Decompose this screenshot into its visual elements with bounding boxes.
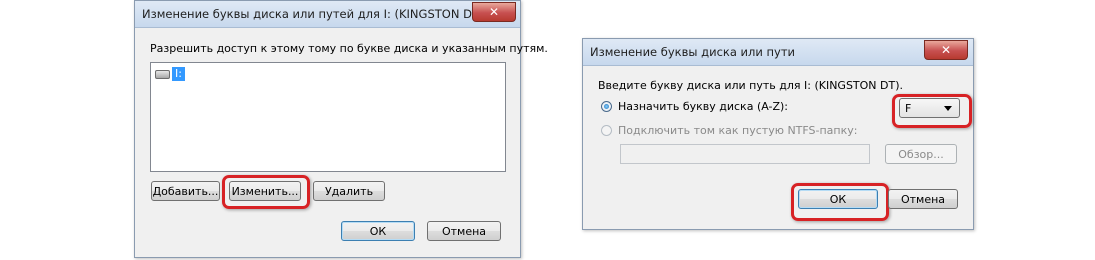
close-button[interactable]: ✕ [924,40,968,60]
cancel-button[interactable]: Отмена [888,189,958,209]
assign-letter-radio[interactable] [601,101,612,112]
mount-folder-path-input[interactable] [620,144,870,164]
add-button[interactable]: Добавить... [151,181,220,201]
change-button[interactable]: Изменить... [229,181,301,201]
drive-icon [155,69,170,79]
dialog-title: Изменение буквы диска или путей для I: (… [142,7,484,21]
dialog-description: Разрешить доступ к этому тому по букве д… [150,42,548,55]
dialog-description: Введите букву диска или путь для I: (KIN… [598,79,904,92]
remove-button[interactable]: Удалить [313,181,385,201]
chevron-down-icon [944,106,952,111]
assign-letter-label: Назначить букву диска (A-Z): [618,100,789,113]
list-item[interactable]: I: [155,67,185,81]
drive-letter-select[interactable]: F [899,98,960,118]
drive-letter-label: I: [172,67,185,81]
title-bar: Изменение буквы диска или пути ✕ [583,39,973,66]
ok-button[interactable]: ОК [798,189,878,209]
ok-button[interactable]: ОК [341,221,415,241]
cancel-button[interactable]: Отмена [427,221,501,241]
dialog-title: Изменение буквы диска или пути [590,45,795,59]
browse-button[interactable]: Обзор... [885,144,957,164]
mount-folder-label: Подключить том как пустую NTFS-папку: [618,124,858,137]
drive-paths-list[interactable]: I: [150,62,506,172]
drive-paths-dialog: Изменение буквы диска или путей для I: (… [134,0,548,258]
drive-letter-value: F [905,102,912,115]
close-icon: ✕ [940,43,952,57]
title-bar: Изменение буквы диска или путей для I: (… [135,1,520,28]
close-button[interactable]: ✕ [472,2,516,22]
change-drive-letter-dialog: Изменение буквы диска или пути ✕ Введите… [582,38,974,230]
close-icon: ✕ [488,5,500,19]
mount-folder-radio[interactable] [601,125,612,136]
